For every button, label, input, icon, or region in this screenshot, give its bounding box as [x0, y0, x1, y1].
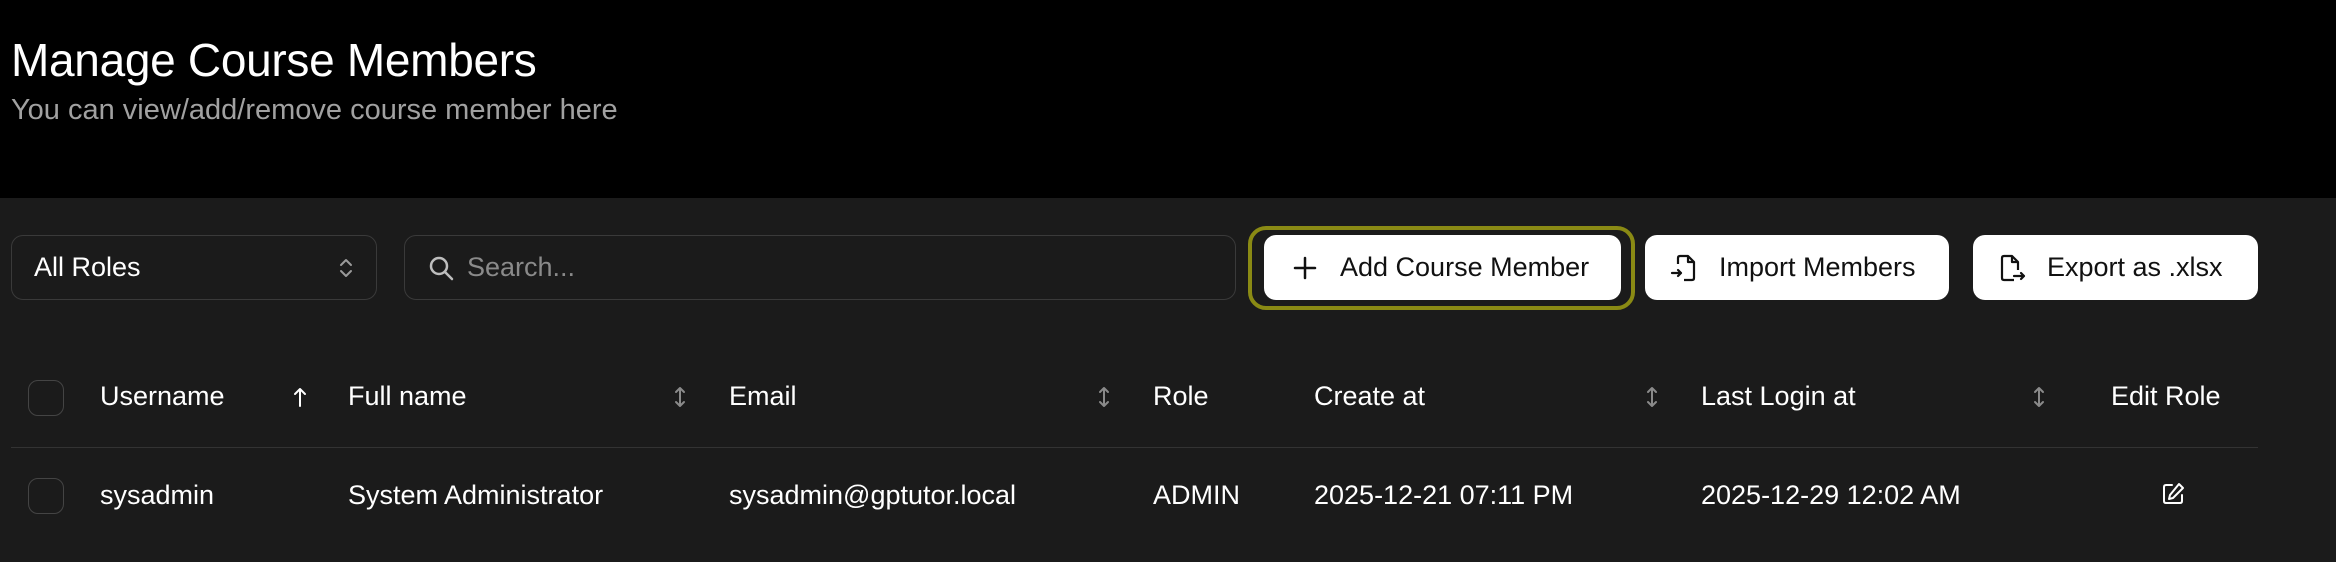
cell-last-login-at: 2025-12-29 12:02 AM: [1701, 480, 1961, 510]
table-header-row: Username Full name Email Role Create at …: [11, 348, 2258, 448]
export-xlsx-button[interactable]: Export as .xlsx: [1973, 235, 2258, 300]
column-header-email[interactable]: Email: [729, 381, 797, 412]
cell-role: ADMIN: [1153, 480, 1240, 510]
role-filter-value: All Roles: [34, 252, 141, 282]
cell-full-name: System Administrator: [348, 480, 604, 510]
cell-username: sysadmin: [100, 480, 215, 510]
table-row: sysadmin System Administrator sysadmin@g…: [11, 448, 2258, 544]
column-header-edit-role: Edit Role: [2111, 381, 2221, 411]
row-select-checkbox[interactable]: [28, 478, 64, 514]
cell-created-at: 2025-12-21 07:11 PM: [1314, 480, 1574, 510]
sort-icon[interactable]: [2031, 384, 2047, 410]
sort-ascending-icon[interactable]: [292, 384, 308, 410]
role-filter-select[interactable]: All Roles: [11, 235, 377, 300]
sort-icon[interactable]: [672, 384, 688, 410]
file-import-icon: [1670, 254, 1696, 281]
sort-icon[interactable]: [1096, 384, 1112, 410]
page-header: Manage Course Members You can view/add/r…: [0, 0, 2336, 198]
column-header-last-login-at[interactable]: Last Login at: [1701, 381, 1856, 412]
chevron-up-down-icon: [340, 258, 352, 277]
column-header-role: Role: [1153, 381, 1209, 411]
file-export-icon: [2000, 254, 2026, 281]
import-members-button[interactable]: Import Members: [1645, 235, 1949, 300]
edit-icon[interactable]: [2160, 481, 2186, 507]
import-members-label: Import Members: [1719, 252, 1916, 282]
export-xlsx-label: Export as .xlsx: [2047, 252, 2223, 282]
sort-icon[interactable]: [1644, 384, 1660, 410]
plus-icon: [1293, 256, 1317, 279]
select-all-checkbox[interactable]: [28, 380, 64, 416]
search-input[interactable]: [467, 236, 1217, 299]
column-header-username[interactable]: Username: [100, 381, 225, 412]
search-icon: [429, 256, 454, 280]
add-course-member-label: Add Course Member: [1340, 252, 1590, 282]
column-header-full-name[interactable]: Full name: [348, 381, 467, 412]
search-box: [404, 235, 1236, 300]
cell-email: sysadmin@gptutor.local: [729, 480, 1017, 510]
members-table: Username Full name Email Role Create at …: [11, 348, 2258, 544]
page-title: Manage Course Members: [11, 34, 537, 86]
column-header-create-at[interactable]: Create at: [1314, 381, 1425, 412]
members-panel: All Roles Add Course Member Import Membe…: [0, 198, 2336, 562]
page-subtitle: You can view/add/remove course member he…: [11, 94, 618, 126]
add-course-member-button[interactable]: Add Course Member: [1264, 235, 1621, 300]
